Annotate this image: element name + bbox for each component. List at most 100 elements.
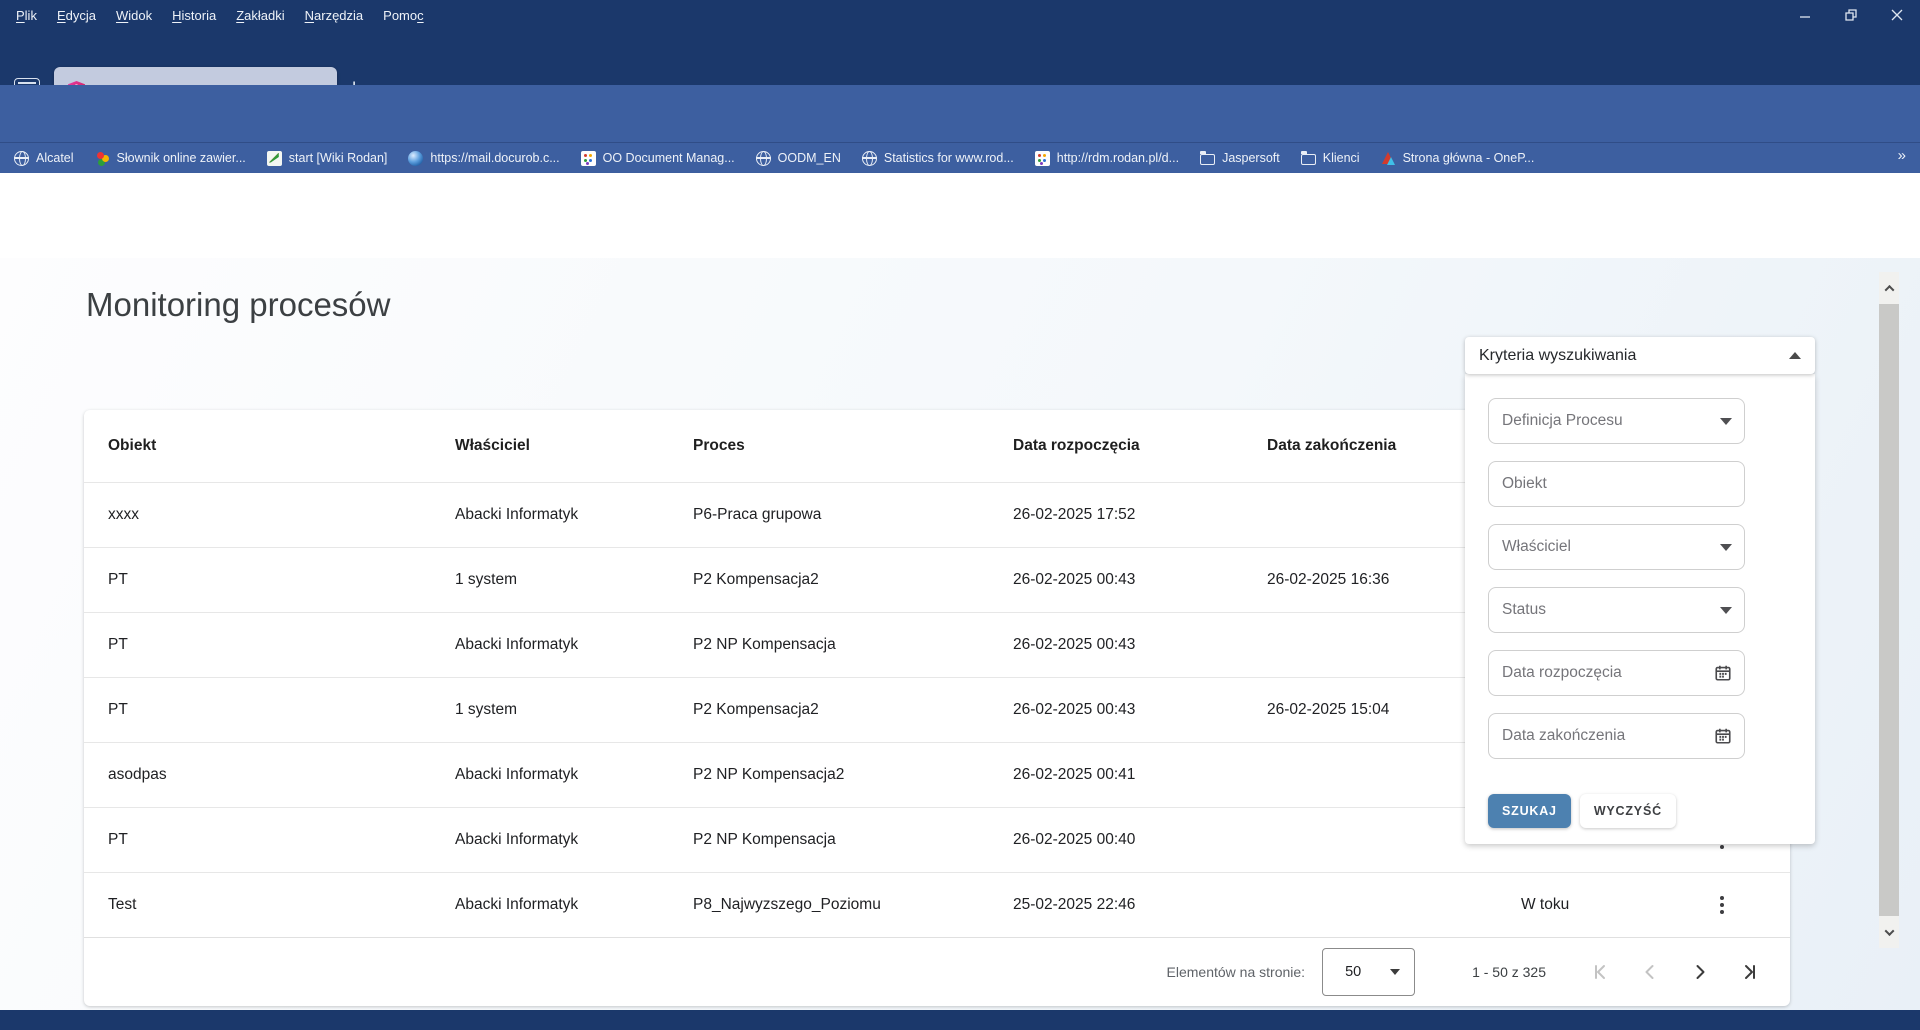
bookmark-item[interactable]: Słownik online zawier... <box>95 151 246 166</box>
page-content: Monitoring procesów ObiektWłaścicielProc… <box>0 258 1920 1010</box>
column-header[interactable]: Właściciel <box>455 437 693 455</box>
bookmark-label: http://rdm.rodan.pl/d... <box>1057 151 1179 165</box>
cell-status: W toku <box>1521 896 1690 914</box>
bookmark-item[interactable]: Alcatel <box>14 151 74 166</box>
globe-icon <box>756 151 771 166</box>
bookmark-item[interactable]: https://mail.docurob.c... <box>408 151 559 166</box>
bookmarks-bar: Alcatel Słownik online zawier... start [… <box>0 142 1920 173</box>
scroll-down-button[interactable] <box>1879 916 1899 948</box>
cell-wlasciciel: Abacki Informatyk <box>455 831 693 849</box>
wiki-icon <box>267 151 282 166</box>
next-page-button[interactable] <box>1688 960 1712 984</box>
table-row[interactable]: Test Abacki Informatyk P8_Najwyzszego_Po… <box>84 872 1790 937</box>
page-scrollbar[interactable] <box>1879 272 1899 948</box>
last-page-icon <box>1740 962 1760 982</box>
last-page-button[interactable] <box>1738 960 1762 984</box>
bookmark-item[interactable]: Klienci <box>1301 151 1360 165</box>
column-header[interactable]: Obiekt <box>108 437 455 455</box>
globe-icon <box>862 151 877 166</box>
bookmark-label: Klienci <box>1323 151 1360 165</box>
menu-item[interactable]: Narzędzia <box>297 5 372 26</box>
search-button[interactable]: SZUKAJ <box>1488 794 1571 828</box>
search-panel-header[interactable]: Kryteria wyszukiwania <box>1465 337 1815 374</box>
scroll-up-button[interactable] <box>1879 272 1899 304</box>
restore-icon <box>1845 9 1857 21</box>
field-placeholder: Właściciel <box>1502 538 1720 556</box>
caret-down-icon <box>1720 544 1732 551</box>
bookmark-label: OO Document Manag... <box>603 151 735 165</box>
menu-item[interactable]: Edycja <box>49 5 104 26</box>
first-page-button[interactable] <box>1588 960 1612 984</box>
search-panel-body: SZUKAJ WYCZYŚĆ Definicja Procesu Obiekt … <box>1465 374 1815 844</box>
bookmark-label: Jaspersoft <box>1222 151 1280 165</box>
bookmark-item[interactable]: Statistics for www.rod... <box>862 151 1014 166</box>
clear-button[interactable]: WYCZYŚĆ <box>1580 794 1676 828</box>
menu-item[interactable]: Historia <box>164 5 224 26</box>
cell-proces: P6-Praca grupowa <box>693 506 1013 524</box>
field-placeholder: Data rozpoczęcia <box>1502 664 1714 682</box>
row-actions-button[interactable] <box>1716 892 1764 918</box>
cell-obiekt: xxxx <box>108 506 455 524</box>
page-title: Monitoring procesów <box>86 286 390 324</box>
cell-obiekt: PT <box>108 636 455 654</box>
column-header[interactable]: Proces <box>693 437 1013 455</box>
menu-bar: Plik Edycja Widok Historia Zakładki Narz… <box>0 0 1920 30</box>
bookmark-label: Statistics for www.rod... <box>884 151 1014 165</box>
app-toolbar: Theme Użytkownik Abacki Informatyk (S… <box>0 173 1920 258</box>
page-size-select[interactable]: 50 <box>1322 948 1415 996</box>
bookmark-item[interactable]: OO Document Manag... <box>581 151 735 166</box>
scrollbar-thumb[interactable] <box>1879 304 1899 916</box>
search-field[interactable]: Obiekt <box>1488 461 1745 507</box>
chevron-left-icon <box>1640 962 1660 982</box>
cell-wlasciciel: Abacki Informatyk <box>455 766 693 784</box>
caret-down-icon <box>1390 969 1400 975</box>
cell-obiekt: asodpas <box>108 766 455 784</box>
cell-data-rozpoczecia: 26-02-2025 00:43 <box>1013 571 1267 589</box>
menu-item[interactable]: Pomoc <box>375 5 431 26</box>
folder-icon <box>1301 154 1316 165</box>
bookmark-item[interactable]: OODM_EN <box>756 151 841 166</box>
cell-proces: P2 Kompensacja2 <box>693 701 1013 719</box>
cell-obiekt: PT <box>108 571 455 589</box>
caret-down-icon <box>1720 418 1732 425</box>
bookmarks-overflow-icon[interactable]: » <box>1898 147 1906 164</box>
search-field[interactable]: Właściciel <box>1488 524 1745 570</box>
grid-icon <box>581 151 596 166</box>
page-size-value: 50 <box>1345 964 1361 980</box>
chevron-down-icon <box>1884 926 1894 936</box>
close-button[interactable] <box>1874 0 1920 30</box>
grid-icon <box>1035 151 1050 166</box>
bookmark-item[interactable]: Jaspersoft <box>1200 151 1280 165</box>
minimize-button[interactable] <box>1782 0 1828 30</box>
cell-wlasciciel: Abacki Informatyk <box>455 896 693 914</box>
collapse-arrow-icon[interactable] <box>1789 352 1801 359</box>
search-field[interactable]: Data rozpoczęcia <box>1488 650 1745 696</box>
cell-data-rozpoczecia: 26-02-2025 00:43 <box>1013 701 1267 719</box>
calendar-icon[interactable] <box>1714 727 1732 745</box>
menu-item[interactable]: Widok <box>108 5 160 26</box>
close-icon <box>1891 9 1903 21</box>
window-bottom-edge <box>0 1010 1920 1030</box>
restore-button[interactable] <box>1828 0 1874 30</box>
field-placeholder: Obiekt <box>1502 475 1732 493</box>
menu-item[interactable]: Zakładki <box>228 5 292 26</box>
calendar-icon[interactable] <box>1714 664 1732 682</box>
browser-window: Plik Edycja Widok Historia Zakładki Narz… <box>0 0 1920 1030</box>
cell-obiekt: PT <box>108 701 455 719</box>
cell-proces: P2 Kompensacja2 <box>693 571 1013 589</box>
column-header[interactable]: Data rozpoczęcia <box>1013 437 1267 455</box>
bookmark-item[interactable]: http://rdm.rodan.pl/d... <box>1035 151 1179 166</box>
cell-proces: P2 NP Kompensacja <box>693 636 1013 654</box>
search-field[interactable]: Data zakończenia <box>1488 713 1745 759</box>
chevron-right-icon <box>1690 962 1710 982</box>
cell-proces: P8_Najwyzszego_Poziomu <box>693 896 1013 914</box>
kebab-menu-icon <box>1716 892 1728 918</box>
search-field[interactable]: Definicja Procesu <box>1488 398 1745 444</box>
bookmark-item[interactable]: start [Wiki Rodan] <box>267 151 388 166</box>
bookmark-label: https://mail.docurob.c... <box>430 151 559 165</box>
search-field[interactable]: Status <box>1488 587 1745 633</box>
menu-item[interactable]: Plik <box>8 5 45 26</box>
cell-data-rozpoczecia: 26-02-2025 00:43 <box>1013 636 1267 654</box>
bookmark-item[interactable]: Strona główna - OneP... <box>1381 151 1535 166</box>
previous-page-button[interactable] <box>1638 960 1662 984</box>
